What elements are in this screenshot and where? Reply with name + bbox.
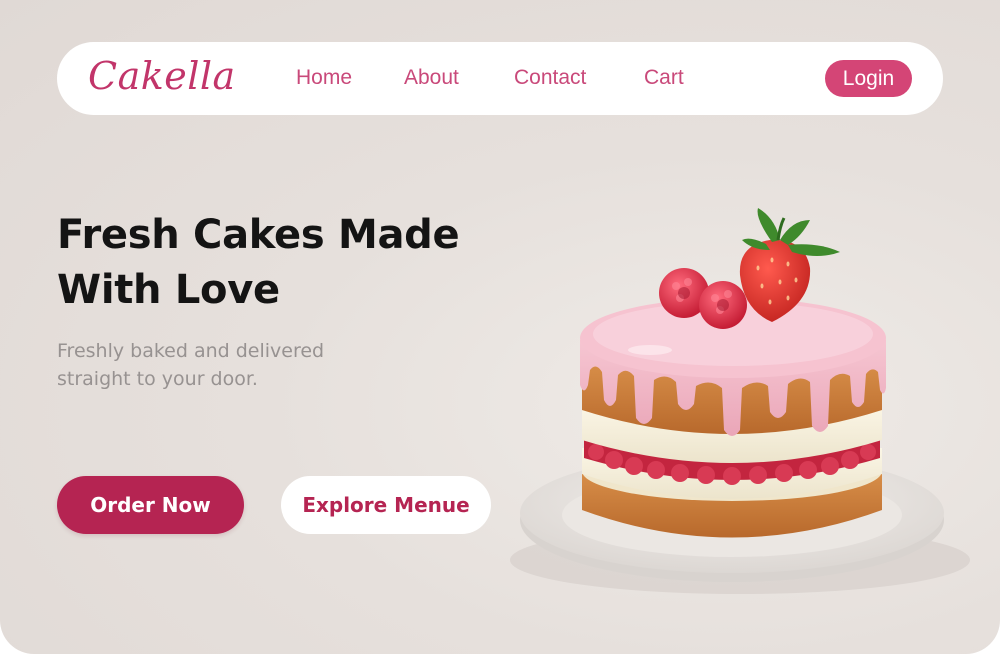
nav-link-cart[interactable]: Cart [644, 66, 684, 90]
login-button[interactable]: Login [825, 60, 912, 97]
explore-menu-button[interactable]: Explore Menue [281, 476, 491, 534]
app-frame: Cakella Home About Contact Cart Login Fr… [0, 0, 1000, 654]
top-navbar: Cakella Home About Contact Cart Login [57, 42, 943, 115]
hero-title-line-2: With Love [57, 267, 280, 313]
nav-link-home[interactable]: Home [296, 66, 352, 90]
brand-logo[interactable]: Cakella [88, 54, 236, 98]
nav-link-about[interactable]: About [404, 66, 459, 90]
hero-subtitle-line-1: Freshly baked and delivered [57, 340, 325, 362]
hero-subtitle: Freshly baked and delivered straight to … [57, 337, 387, 393]
cake-image [510, 208, 970, 594]
hero-subtitle-line-2: straight to your door. [57, 368, 258, 390]
nav-link-contact[interactable]: Contact [514, 66, 586, 90]
hero-title: Fresh Cakes Made With Love [57, 208, 517, 318]
order-now-button[interactable]: Order Now [57, 476, 244, 534]
strawberry-topping [739, 208, 840, 322]
hero-title-line-1: Fresh Cakes Made [57, 212, 460, 258]
